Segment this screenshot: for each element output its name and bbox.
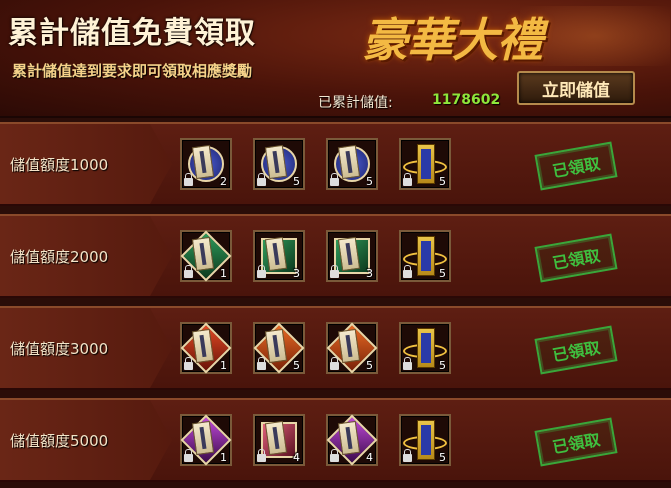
blue-disc-scroll-icon[interactable]: 5	[253, 138, 305, 190]
tier-row-2000: 儲值額度2000 1 3 3 5 已領取	[0, 214, 671, 298]
lock-icon	[330, 265, 339, 278]
item-quantity: 4	[366, 451, 373, 464]
tier-label: 儲值額度2000	[10, 248, 109, 266]
item-quantity: 5	[293, 175, 300, 188]
lock-icon	[257, 265, 266, 278]
total-deposit-value: 1178602	[432, 92, 501, 108]
lock-icon	[184, 173, 193, 186]
lock-icon	[257, 449, 266, 462]
banner-calligraphy: 豪華大禮	[362, 13, 543, 67]
lock-icon	[330, 449, 339, 462]
item-quantity: 5	[439, 267, 446, 280]
item-quantity: 3	[293, 267, 300, 280]
purple-gem-scroll-icon[interactable]: 4	[326, 414, 378, 466]
red-gem-scroll-icon[interactable]: 1	[180, 322, 232, 374]
claimed-stamp: 已領取	[534, 325, 618, 375]
lock-icon	[184, 357, 193, 370]
header-banner: 累計儲值免費領取 累計儲值達到要求即可領取相應獎勵 豪華大禮 立即儲值 已累計儲…	[0, 0, 671, 118]
lock-icon	[257, 357, 266, 370]
tier-row-3000: 儲值額度3000 1 5 5 5 已領取	[0, 306, 671, 390]
item-quantity: 3	[366, 267, 373, 280]
total-deposit-label: 已累計儲值:	[318, 95, 393, 111]
item-quantity: 5	[439, 175, 446, 188]
green-gem-scroll-icon[interactable]: 3	[326, 230, 378, 282]
lock-icon	[403, 265, 412, 278]
item-quantity: 1	[220, 451, 227, 464]
lock-icon	[330, 173, 339, 186]
tier-label: 儲值額度1000	[10, 156, 109, 174]
claimed-stamp: 已領取	[534, 141, 618, 191]
pink-gem-scroll-icon[interactable]: 4	[253, 414, 305, 466]
item-quantity: 1	[220, 359, 227, 372]
purple-gem-scroll-icon[interactable]: 1	[180, 414, 232, 466]
banner-glow	[520, 6, 670, 66]
gold-token-icon[interactable]: 5	[399, 138, 451, 190]
tier-row-5000: 儲值額度5000 1 4 4 5 已領取	[0, 398, 671, 482]
item-quantity: 5	[366, 359, 373, 372]
page-title: 累計儲值免費領取	[8, 16, 256, 51]
gold-token-icon[interactable]: 5	[399, 414, 451, 466]
green-gem-scroll-icon[interactable]: 3	[253, 230, 305, 282]
item-quantity: 5	[293, 359, 300, 372]
blue-disc-scroll-icon[interactable]: 5	[326, 138, 378, 190]
item-quantity: 5	[439, 451, 446, 464]
claimed-stamp: 已領取	[534, 233, 618, 283]
item-quantity: 5	[366, 175, 373, 188]
deposit-now-button[interactable]: 立即儲值	[517, 71, 635, 105]
red-gem-scroll-icon[interactable]: 5	[326, 322, 378, 374]
lock-icon	[403, 173, 412, 186]
gold-token-icon[interactable]: 5	[399, 230, 451, 282]
item-quantity: 4	[293, 451, 300, 464]
lock-icon	[330, 357, 339, 370]
tier-label: 儲值額度5000	[10, 432, 109, 450]
lock-icon	[184, 265, 193, 278]
blue-disc-scroll-icon[interactable]: 2	[180, 138, 232, 190]
page-subtitle: 累計儲值達到要求即可領取相應獎勵	[12, 62, 253, 80]
tier-label: 儲值額度3000	[10, 340, 109, 358]
lock-icon	[403, 449, 412, 462]
claimed-stamp: 已領取	[534, 417, 618, 467]
green-gem-scroll-icon[interactable]: 1	[180, 230, 232, 282]
lock-icon	[184, 449, 193, 462]
item-quantity: 5	[439, 359, 446, 372]
item-quantity: 2	[220, 175, 227, 188]
gold-token-icon[interactable]: 5	[399, 322, 451, 374]
lock-icon	[257, 173, 266, 186]
lock-icon	[403, 357, 412, 370]
red-gem-scroll-icon[interactable]: 5	[253, 322, 305, 374]
tier-row-1000: 儲值額度1000 2 5 5 5 已領取	[0, 122, 671, 206]
item-quantity: 1	[220, 267, 227, 280]
